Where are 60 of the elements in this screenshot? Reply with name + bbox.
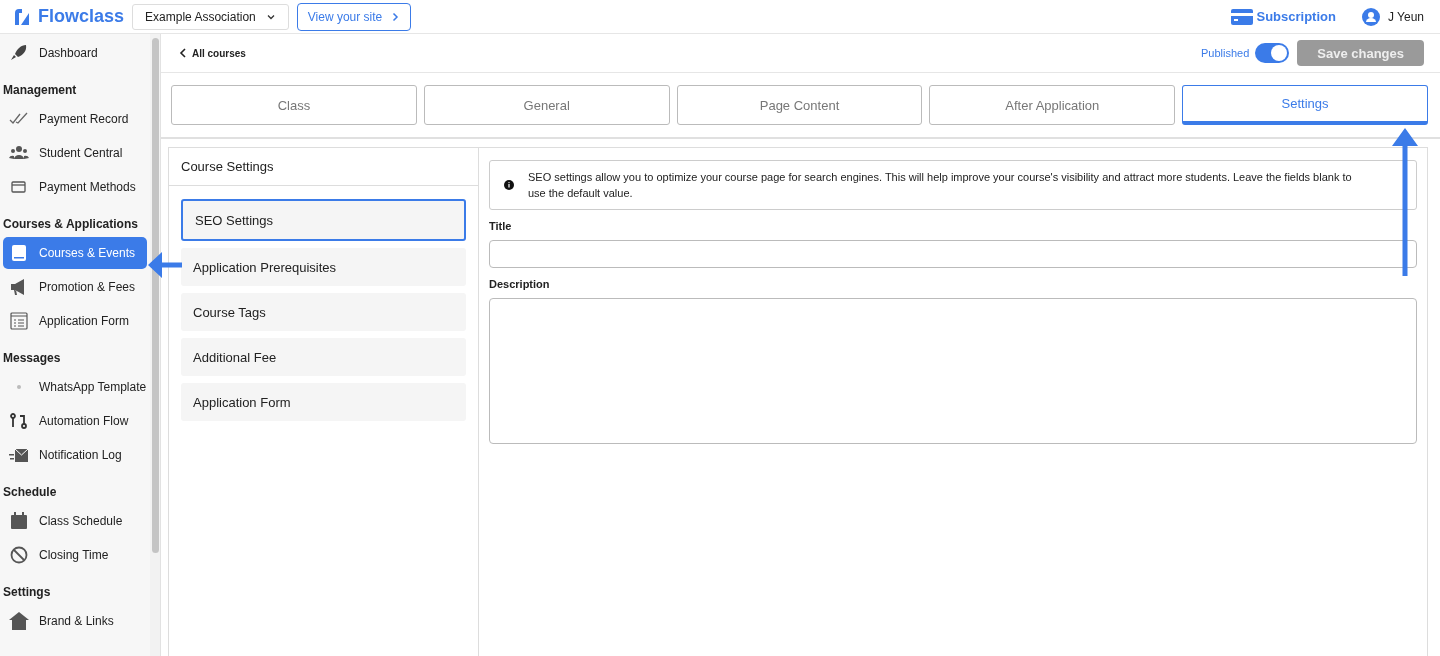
sidebar-item[interactable]: Automation Flow [3,405,147,437]
sidebar-item[interactable]: Payment Methods [3,171,147,203]
sidebar-item[interactable]: Payment Record [3,103,147,135]
organization-dropdown[interactable]: Example Association [132,3,289,30]
info-icon [504,180,514,190]
tab[interactable]: After Application [929,85,1176,125]
back-link[interactable]: All courses [179,47,246,59]
info-text: SEO settings allow you to optimize your course page for search engines. This will help improve your course's visibility and attract more students. Leave the fields blank to use the default value. [528,170,1353,201]
subscription-link[interactable]: Subscription [1230,8,1336,25]
tab[interactable]: Class [171,85,417,125]
section-heading: Settings [2,584,52,601]
sidebar-item[interactable]: Courses & Events [3,237,147,269]
avatar-icon [1361,7,1380,26]
section-heading: Management [2,82,78,99]
flow-icon [9,412,29,430]
settings-menu-item[interactable]: Application Prerequisites [181,248,466,286]
published-label: Published [1200,47,1250,59]
form-icon [9,312,29,330]
settings-menu-item[interactable]: Course Tags [181,293,466,331]
mail-icon [9,446,29,464]
annotation-arrow [148,252,182,278]
people-icon [9,144,29,162]
tab[interactable]: Page Content [676,85,923,125]
house-icon [9,612,29,630]
section-heading: Courses & Applications [2,216,139,233]
description-field[interactable] [489,298,1417,444]
settings-menu-item[interactable]: Additional Fee [181,338,466,376]
sidebar-item[interactable]: WhatsApp Template [3,371,147,403]
tab[interactable]: General [423,85,670,125]
calendar-icon [9,512,29,530]
card-icon [9,178,29,196]
sidebar-item[interactable]: Promotion & Fees [3,271,147,303]
logo-icon [12,6,32,27]
chevron-left-icon [179,48,187,58]
settings-menu-item[interactable]: SEO Settings [181,199,466,241]
field-label: Title [489,220,513,232]
sidebar-item[interactable]: Application Form [3,305,147,337]
sidebar-item[interactable]: Brand & Links [3,605,147,637]
title-field[interactable] [489,240,1417,268]
sidebar-item[interactable]: Notification Log [3,439,147,471]
chevron-icon [390,11,401,22]
sidebar-item[interactable]: Closing Time [3,539,147,571]
brand-name: Flowclass [38,6,125,27]
settings-menu-item[interactable]: Application Form [181,383,466,421]
sidebar-item[interactable]: Class Schedule [3,505,147,537]
dot-icon [17,385,21,389]
user-menu[interactable]: J Yeun [1361,7,1424,26]
sidebar-item[interactable]: Student Central [3,137,147,169]
view-site-button[interactable]: View your site [296,2,412,31]
panel-title: Course Settings [169,148,478,186]
tab[interactable]: Settings [1182,85,1428,125]
sidebar-item[interactable]: Dashboard [3,37,147,69]
section-heading: Messages [2,350,62,367]
book-icon [9,244,29,262]
section-heading: Schedule [2,484,58,501]
published-toggle[interactable] [1255,43,1290,63]
field-label: Description [489,278,551,290]
card-icon [1230,8,1253,25]
scrollbar[interactable] [151,38,159,553]
ban-icon [9,546,29,564]
